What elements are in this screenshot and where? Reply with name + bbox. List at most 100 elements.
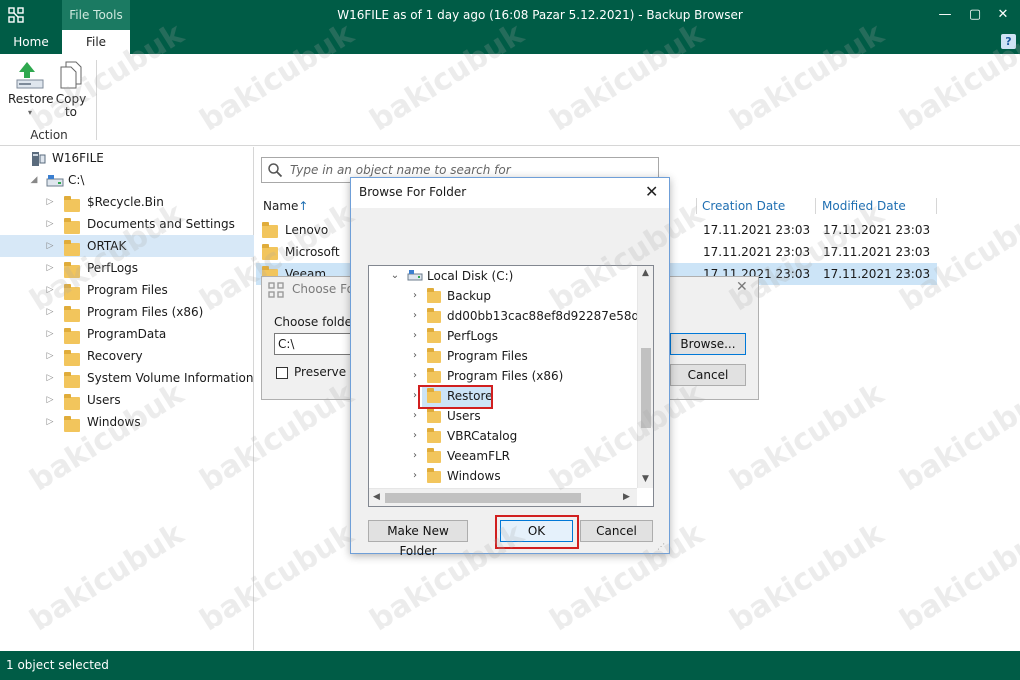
restore-dropdown-arrow[interactable]: ▾	[8, 106, 52, 119]
scroll-down-icon[interactable]: ▼	[642, 474, 649, 484]
resize-grip-icon[interactable]: ⋰	[657, 542, 665, 551]
scroll-up-icon[interactable]: ▲	[642, 268, 649, 278]
preserve-checkbox[interactable]	[276, 367, 288, 379]
browse-folder-label: Program Files (x86)	[447, 369, 564, 383]
collapsed-arrow-icon[interactable]: ›	[409, 286, 421, 306]
column-header-name[interactable]: Name↑	[263, 196, 308, 216]
vertical-scrollbar[interactable]: ▲ ▼	[637, 266, 653, 488]
collapsed-arrow-icon[interactable]: ▷	[44, 367, 56, 389]
browse-button[interactable]: Browse...	[670, 333, 746, 355]
copy-to-button[interactable]: Copy to	[52, 60, 90, 119]
browse-item-folder[interactable]: › Program Files (x86)	[369, 366, 637, 386]
horizontal-scrollbar[interactable]: ◀ ▶	[369, 488, 637, 506]
tree-item-folder[interactable]: ▷ ProgramData	[0, 323, 254, 345]
make-new-folder-button[interactable]: Make New Folder	[368, 520, 468, 558]
row-creation-date: 17.11.2021 23:03	[703, 223, 811, 237]
tree-item-folder[interactable]: ▷ $Recycle.Bin	[0, 191, 254, 213]
collapsed-arrow-icon[interactable]: ▷	[44, 213, 56, 235]
folder-icon	[64, 262, 80, 278]
minimize-button[interactable]: —	[928, 0, 962, 30]
browse-for-folder-dialog: Browse For Folder ✕ ⌄ Local Disk (C:) › B…	[350, 177, 670, 558]
expanded-arrow-icon[interactable]: ◢	[28, 169, 40, 191]
collapsed-arrow-icon[interactable]: ▷	[44, 235, 56, 257]
watermark-text: bakicubuk	[893, 376, 1020, 499]
tree-item-server[interactable]: W16FILE	[0, 147, 254, 169]
browse-folder-label: PerfLogs	[447, 329, 499, 343]
tree-item-drive[interactable]: ◢ C:\	[0, 169, 254, 191]
folder-icon	[64, 306, 80, 322]
browse-item-local-disk[interactable]: ⌄ Local Disk (C:)	[369, 266, 637, 286]
close-icon[interactable]: ✕	[736, 279, 748, 295]
browse-item-folder[interactable]: › Backup	[369, 286, 637, 306]
browse-item-folder[interactable]: › VeeamFLR	[369, 446, 637, 466]
folder-icon	[427, 348, 441, 363]
tab-file[interactable]: File	[62, 30, 130, 54]
tree-folder-label: ProgramData	[87, 327, 167, 341]
tree-item-folder[interactable]: ▷ PerfLogs	[0, 257, 254, 279]
collapsed-arrow-icon[interactable]: ›	[409, 326, 421, 346]
tree-item-folder[interactable]: ▷ Program Files	[0, 279, 254, 301]
browse-item-folder[interactable]: › Restore	[369, 386, 637, 406]
collapsed-arrow-icon[interactable]: ›	[409, 346, 421, 366]
horizontal-scroll-thumb[interactable]	[385, 493, 581, 503]
folder-icon	[64, 350, 80, 366]
browse-item-folder[interactable]: › Users	[369, 406, 637, 426]
collapsed-arrow-icon[interactable]: ›	[409, 466, 421, 486]
tree-folder-label: Program Files (x86)	[87, 305, 204, 319]
browse-item-folder[interactable]: › dd00bb13cac88ef8d92287e58dca	[369, 306, 653, 326]
ok-button[interactable]: OK	[500, 520, 573, 542]
collapsed-arrow-icon[interactable]: ›	[409, 446, 421, 466]
browse-dialog-title: Browse For Folder	[359, 185, 467, 199]
column-separator[interactable]	[936, 198, 937, 214]
close-icon[interactable]: ✕	[645, 182, 658, 201]
collapsed-arrow-icon[interactable]: ▷	[44, 279, 56, 301]
tree-folder-label: PerfLogs	[87, 261, 139, 275]
restore-button[interactable]: Restore ▾	[8, 60, 54, 119]
column-header-creation-date[interactable]: Creation Date	[702, 196, 785, 216]
row-modified-date: 17.11.2021 23:03	[823, 245, 931, 259]
status-bar: 1 object selected	[0, 651, 1020, 680]
scroll-left-icon[interactable]: ◀	[373, 492, 380, 502]
collapsed-arrow-icon[interactable]: ›	[409, 306, 421, 326]
close-button[interactable]: ✕	[986, 0, 1020, 30]
collapsed-arrow-icon[interactable]: ›	[409, 366, 421, 386]
collapsed-arrow-icon[interactable]: ▷	[44, 323, 56, 345]
tree-folder-label: Recovery	[87, 349, 143, 363]
browse-item-folder[interactable]: › VBRCatalog	[369, 426, 637, 446]
sort-ascending-icon: ↑	[298, 199, 309, 213]
collapsed-arrow-icon[interactable]: ▷	[44, 191, 56, 213]
column-header-modified-date[interactable]: Modified Date	[822, 196, 906, 216]
tree-item-folder[interactable]: ▷ System Volume Information	[0, 367, 254, 389]
tree-server-label: W16FILE	[52, 151, 104, 165]
tree-item-folder[interactable]: ▷ Windows	[0, 411, 254, 433]
ribbon: Restore ▾ Copy to Action	[0, 54, 1020, 146]
tree-item-folder[interactable]: ▷ Program Files (x86)	[0, 301, 254, 323]
collapsed-arrow-icon[interactable]: ▷	[44, 389, 56, 411]
vertical-scroll-thumb[interactable]	[641, 348, 651, 428]
tree-item-folder[interactable]: ▷ ORTAK	[0, 235, 254, 257]
tree-item-folder[interactable]: ▷ Recovery	[0, 345, 254, 367]
browse-cancel-button[interactable]: Cancel	[580, 520, 653, 542]
choose-folder-cancel-button[interactable]: Cancel	[670, 364, 746, 386]
tree-item-folder[interactable]: ▷ Documents and Settings	[0, 213, 254, 235]
collapsed-arrow-icon[interactable]: ▷	[44, 301, 56, 323]
browse-item-folder[interactable]: › Program Files	[369, 346, 637, 366]
folder-icon	[427, 448, 441, 463]
tree-item-folder[interactable]: ▷ Users	[0, 389, 254, 411]
help-button[interactable]: ?	[1001, 34, 1016, 49]
scroll-right-icon[interactable]: ▶	[623, 492, 630, 502]
tab-home[interactable]: Home	[0, 30, 62, 54]
expanded-arrow-icon[interactable]: ⌄	[389, 266, 401, 286]
collapsed-arrow-icon[interactable]: ›	[409, 426, 421, 446]
collapsed-arrow-icon[interactable]: ▷	[44, 257, 56, 279]
column-separator[interactable]	[696, 198, 697, 214]
folder-icon	[64, 284, 80, 300]
collapsed-arrow-icon[interactable]: ▷	[44, 345, 56, 367]
collapsed-arrow-icon[interactable]: ›	[409, 406, 421, 426]
column-separator[interactable]	[815, 198, 816, 214]
folder-icon	[64, 240, 80, 256]
collapsed-arrow-icon[interactable]: ▷	[44, 411, 56, 433]
browse-item-folder[interactable]: › PerfLogs	[369, 326, 637, 346]
browse-item-folder[interactable]: › Windows	[369, 466, 637, 486]
choose-folder-input[interactable]: C:\	[274, 333, 354, 355]
